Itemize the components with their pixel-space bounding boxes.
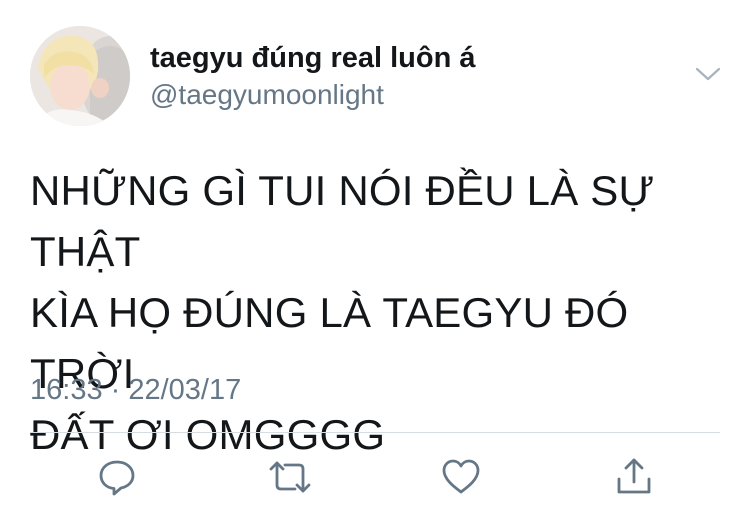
display-name[interactable]: taegyu đúng real luôn á bbox=[150, 40, 476, 76]
reply-icon bbox=[99, 460, 135, 496]
retweet-button[interactable] bbox=[268, 455, 312, 499]
avatar[interactable] bbox=[30, 26, 130, 126]
tweet-timestamp[interactable]: 16:33 · 22/03/17 bbox=[30, 370, 241, 410]
like-button[interactable] bbox=[439, 455, 483, 499]
reply-button[interactable] bbox=[95, 455, 139, 499]
avatar-image bbox=[30, 26, 130, 126]
tweet-text: NHỮNG GÌ TUI NÓI ĐỀU LÀ SỰ THẬT KÌA HỌ Đ… bbox=[30, 167, 655, 458]
tweet: taegyu đúng real luôn á @taegyumoonlight… bbox=[0, 0, 750, 521]
like-icon bbox=[442, 459, 480, 494]
divider bbox=[30, 432, 720, 433]
share-icon bbox=[617, 458, 651, 494]
username-handle[interactable]: @taegyumoonlight bbox=[150, 78, 384, 112]
retweet-icon bbox=[269, 461, 311, 493]
chevron-down-icon[interactable] bbox=[694, 62, 722, 86]
share-button[interactable] bbox=[612, 455, 656, 499]
